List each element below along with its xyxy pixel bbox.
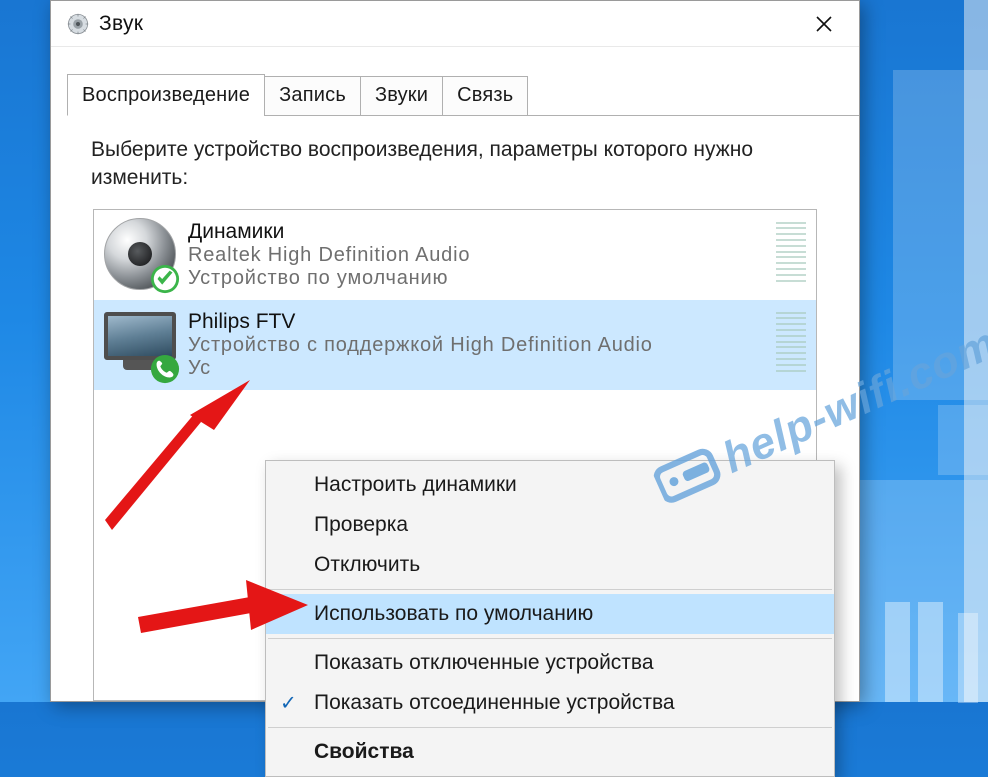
desktop-peek [885,602,910,702]
speaker-icon [104,218,176,290]
device-driver: Устройство с поддержкой High Definition … [188,334,806,357]
device-row-speakers[interactable]: Динамики Realtek High Definition Audio У… [94,210,816,300]
desktop-peek [893,70,988,400]
device-status: Устройство по умолчанию [188,267,806,290]
comm-phone-badge [150,354,180,384]
tab-sounds[interactable]: Звуки [360,76,443,116]
ctx-configure-speakers[interactable]: Настроить динамики [266,465,834,505]
instruction-text: Выберите устройство воспроизведения, пар… [51,116,859,209]
ctx-show-disabled[interactable]: Показать отключенные устройства [266,643,834,683]
desktop-peek [918,602,943,702]
divider [268,638,832,639]
close-icon [815,15,833,33]
ctx-test[interactable]: Проверка [266,505,834,545]
device-status: Ус [188,357,806,380]
divider [268,727,832,728]
monitor-icon [104,308,176,380]
check-icon: ✓ [280,691,297,716]
desktop-peek [958,613,978,703]
tab-comm[interactable]: Связь [442,76,528,116]
level-meter [776,222,806,282]
level-meter [776,312,806,372]
tab-strip: Воспроизведение Запись Звуки Связь [67,73,859,116]
ctx-disable[interactable]: Отключить [266,545,834,585]
device-row-philips[interactable]: Philips FTV Устройство с поддержкой High… [94,300,816,390]
tab-record[interactable]: Запись [264,76,361,116]
context-menu: Настроить динамики Проверка Отключить Ис… [265,460,835,777]
ctx-set-default[interactable]: Использовать по умолчанию [266,594,834,634]
ctx-show-disconnected[interactable]: ✓ Показать отсоединенные устройства [266,683,834,723]
default-check-badge [150,264,180,294]
divider [268,589,832,590]
device-name: Динамики [188,220,806,244]
window-title: Звук [99,12,143,36]
tab-playback[interactable]: Воспроизведение [67,74,265,116]
sound-icon [67,13,89,35]
device-driver: Realtek High Definition Audio [188,244,806,267]
ctx-properties[interactable]: Свойства [266,732,834,772]
desktop-peek [938,405,988,475]
titlebar[interactable]: Звук [51,1,859,47]
ctx-label: Показать отсоединенные устройства [314,691,675,715]
device-name: Philips FTV [188,310,806,334]
close-button[interactable] [795,4,853,44]
